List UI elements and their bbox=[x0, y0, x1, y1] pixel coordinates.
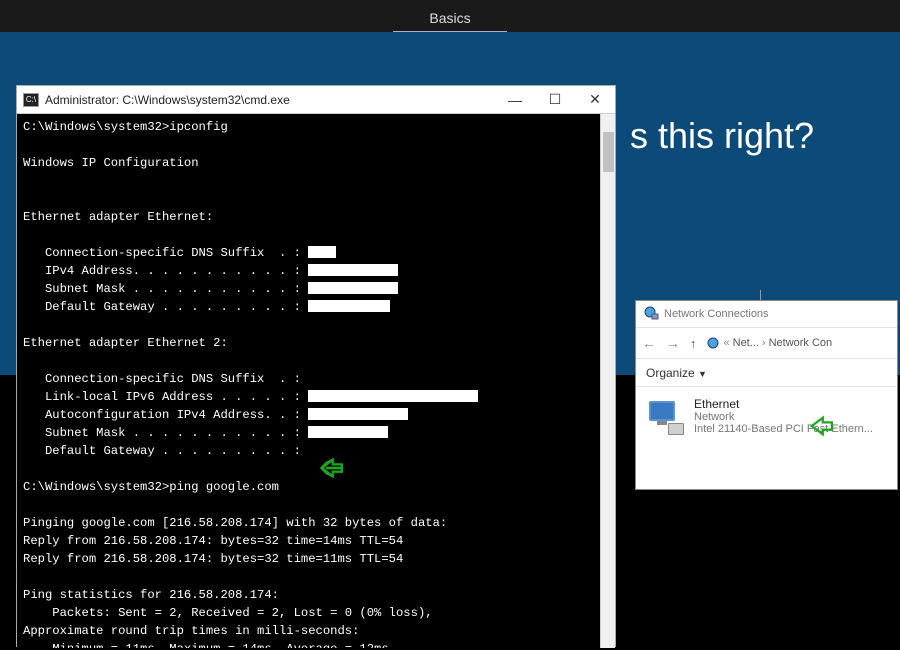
nav-up-icon[interactable]: ↑ bbox=[688, 336, 699, 351]
breadcrumb-item[interactable]: Network Con bbox=[769, 337, 833, 349]
maximize-button[interactable]: ☐ bbox=[535, 86, 575, 113]
nav-back-icon[interactable]: ← bbox=[640, 335, 658, 351]
cmd-icon: C:\ bbox=[23, 93, 39, 107]
cmd-title-text: Administrator: C:\Windows\system32\cmd.e… bbox=[45, 93, 495, 107]
list-item[interactable]: Ethernet Network Intel 21140-Based PCI F… bbox=[694, 397, 873, 435]
breadcrumb-icon bbox=[705, 335, 721, 351]
nc-items-area[interactable]: Ethernet Network Intel 21140-Based PCI F… bbox=[636, 387, 897, 445]
network-globe-icon bbox=[644, 306, 660, 322]
nc-title-text: Network Connections bbox=[664, 308, 769, 320]
adapter-status: Network bbox=[694, 411, 873, 423]
top-bar: Basics bbox=[0, 0, 900, 32]
ethernet-adapter-icon bbox=[644, 397, 684, 435]
scrollbar[interactable]: ˆ bbox=[600, 114, 615, 648]
cmd-titlebar[interactable]: C:\ Administrator: C:\Windows\system32\c… bbox=[17, 86, 615, 114]
network-connections-window: Network Connections ← → ↑ « Net... › Net… bbox=[635, 300, 898, 490]
nav-forward-icon[interactable]: → bbox=[664, 335, 682, 351]
nc-toolbar: Organize ▼ bbox=[636, 359, 897, 387]
tab-basics[interactable]: Basics bbox=[393, 4, 506, 32]
nc-titlebar[interactable]: Network Connections bbox=[636, 301, 897, 327]
panel-separator bbox=[760, 290, 761, 300]
scroll-thumb[interactable] bbox=[603, 132, 614, 172]
organize-menu[interactable]: Organize ▼ bbox=[646, 366, 707, 380]
breadcrumb-item[interactable]: Net... bbox=[733, 337, 759, 349]
setup-heading: s this right? bbox=[630, 115, 814, 157]
chevron-down-icon: ▼ bbox=[698, 369, 707, 379]
cmd-window: C:\ Administrator: C:\Windows\system32\c… bbox=[16, 85, 616, 647]
cmd-output[interactable]: C:\Windows\system32>ipconfig Windows IP … bbox=[17, 114, 615, 648]
close-button[interactable]: ✕ bbox=[575, 86, 615, 113]
adapter-name: Ethernet bbox=[694, 397, 873, 411]
breadcrumb[interactable]: « Net... › Network Con bbox=[705, 335, 833, 351]
nc-nav-bar: ← → ↑ « Net... › Network Con bbox=[636, 327, 897, 359]
adapter-detail: Intel 21140-Based PCI Fast Ethern... bbox=[694, 423, 873, 435]
minimize-button[interactable]: — bbox=[495, 86, 535, 113]
